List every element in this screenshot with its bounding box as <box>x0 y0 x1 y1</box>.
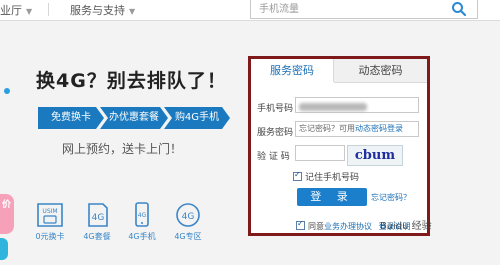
chevron-down-icon: ▼ <box>129 7 136 16</box>
watermark: Baidu 经验 <box>380 221 432 232</box>
search-icon <box>452 2 467 17</box>
4g-phone-icon: 4G <box>135 202 149 227</box>
remember-phone-checkbox[interactable]: 记住手机号码 <box>293 170 359 183</box>
checkbox-checked-icon <box>293 170 302 181</box>
decorative-dot <box>4 88 10 94</box>
4g-plan-icon: 4G <box>88 203 108 227</box>
service-label: 0元换卡 <box>35 232 65 241</box>
nav-divider <box>48 3 49 16</box>
service-4g-zone[interactable]: 4G 4G专区 <box>166 202 210 242</box>
search-input[interactable] <box>259 1 419 17</box>
password-label: 服务密码 <box>257 128 294 138</box>
step-buy-4g-phone[interactable]: 购4G手机 <box>164 107 230 129</box>
login-panel: 服务密码 动态密码 手机号码 服务密码 忘记密码？可用动态密码登录 验 证 码 … <box>248 56 430 236</box>
service-label: 4G专区 <box>174 232 202 241</box>
remember-phone-label: 记住手机号码 <box>305 173 360 183</box>
service-free-sim[interactable]: USIM 0元换卡 <box>28 202 72 242</box>
checkbox-checked-icon <box>296 219 305 230</box>
search-button[interactable] <box>451 1 471 17</box>
password-hint: 忘记密码？可用 <box>299 124 355 133</box>
service-label: 4G套餐 <box>83 232 111 241</box>
search-box <box>250 0 478 19</box>
svg-text:4G: 4G <box>92 213 105 223</box>
top-nav-bar: 业厅 ▼ 服务与支持 ▼ <box>0 0 500 21</box>
promo-side-tab <box>0 238 8 260</box>
chevron-down-icon: ▼ <box>26 7 33 16</box>
svg-text:4G: 4G <box>182 212 195 222</box>
usim-card-icon: USIM <box>37 203 63 227</box>
nav-item-service-support[interactable]: 服务与支持 ▼ <box>70 2 135 18</box>
promo-steps: 免费换卡 办优惠套餐 购4G手机 <box>38 107 228 129</box>
phone-number-masked-value <box>299 103 367 111</box>
login-button[interactable]: 登 录 <box>297 188 367 206</box>
agree-prefix: 同意 <box>308 222 324 231</box>
captcha-label: 验 证 码 <box>257 152 290 162</box>
promo-title: 换4G？别去排队了！ <box>36 70 227 92</box>
4g-zone-icon: 4G <box>176 203 200 227</box>
service-label: 4G手机 <box>128 232 156 241</box>
svg-text:4G: 4G <box>138 212 147 219</box>
service-4g-plan[interactable]: 4G 4G套餐 <box>75 202 119 242</box>
promo-side-badge-text: 价 <box>2 200 12 210</box>
nav-item-label: 服务与支持 <box>70 4 125 17</box>
nav-item-business-hall[interactable]: 业厅 ▼ <box>0 2 32 18</box>
captcha-input[interactable] <box>295 145 345 161</box>
step-discount-plan[interactable]: 办优惠套餐 <box>100 107 168 129</box>
captcha-image[interactable]: cbum <box>347 145 403 166</box>
dynamic-password-login-link[interactable]: 动态密码登录 <box>355 124 403 133</box>
phone-label: 手机号码 <box>257 104 294 114</box>
service-4g-phone[interactable]: 4G 4G手机 <box>120 202 164 242</box>
password-input[interactable]: 忘记密码？可用动态密码登录 <box>295 121 419 137</box>
nav-item-label: 业厅 <box>0 4 22 17</box>
forgot-password-link[interactable]: 忘记密码？ <box>371 192 411 203</box>
svg-text:USIM: USIM <box>42 208 57 215</box>
tab-service-password[interactable]: 服务密码 <box>251 59 334 82</box>
agreement-link[interactable]: 业务办理协议 <box>324 222 372 231</box>
promo-subtitle: 网上预约，送卡上门！ <box>62 142 183 156</box>
step-free-sim[interactable]: 免费换卡 <box>38 107 104 129</box>
tab-dynamic-password[interactable]: 动态密码 <box>334 59 427 83</box>
